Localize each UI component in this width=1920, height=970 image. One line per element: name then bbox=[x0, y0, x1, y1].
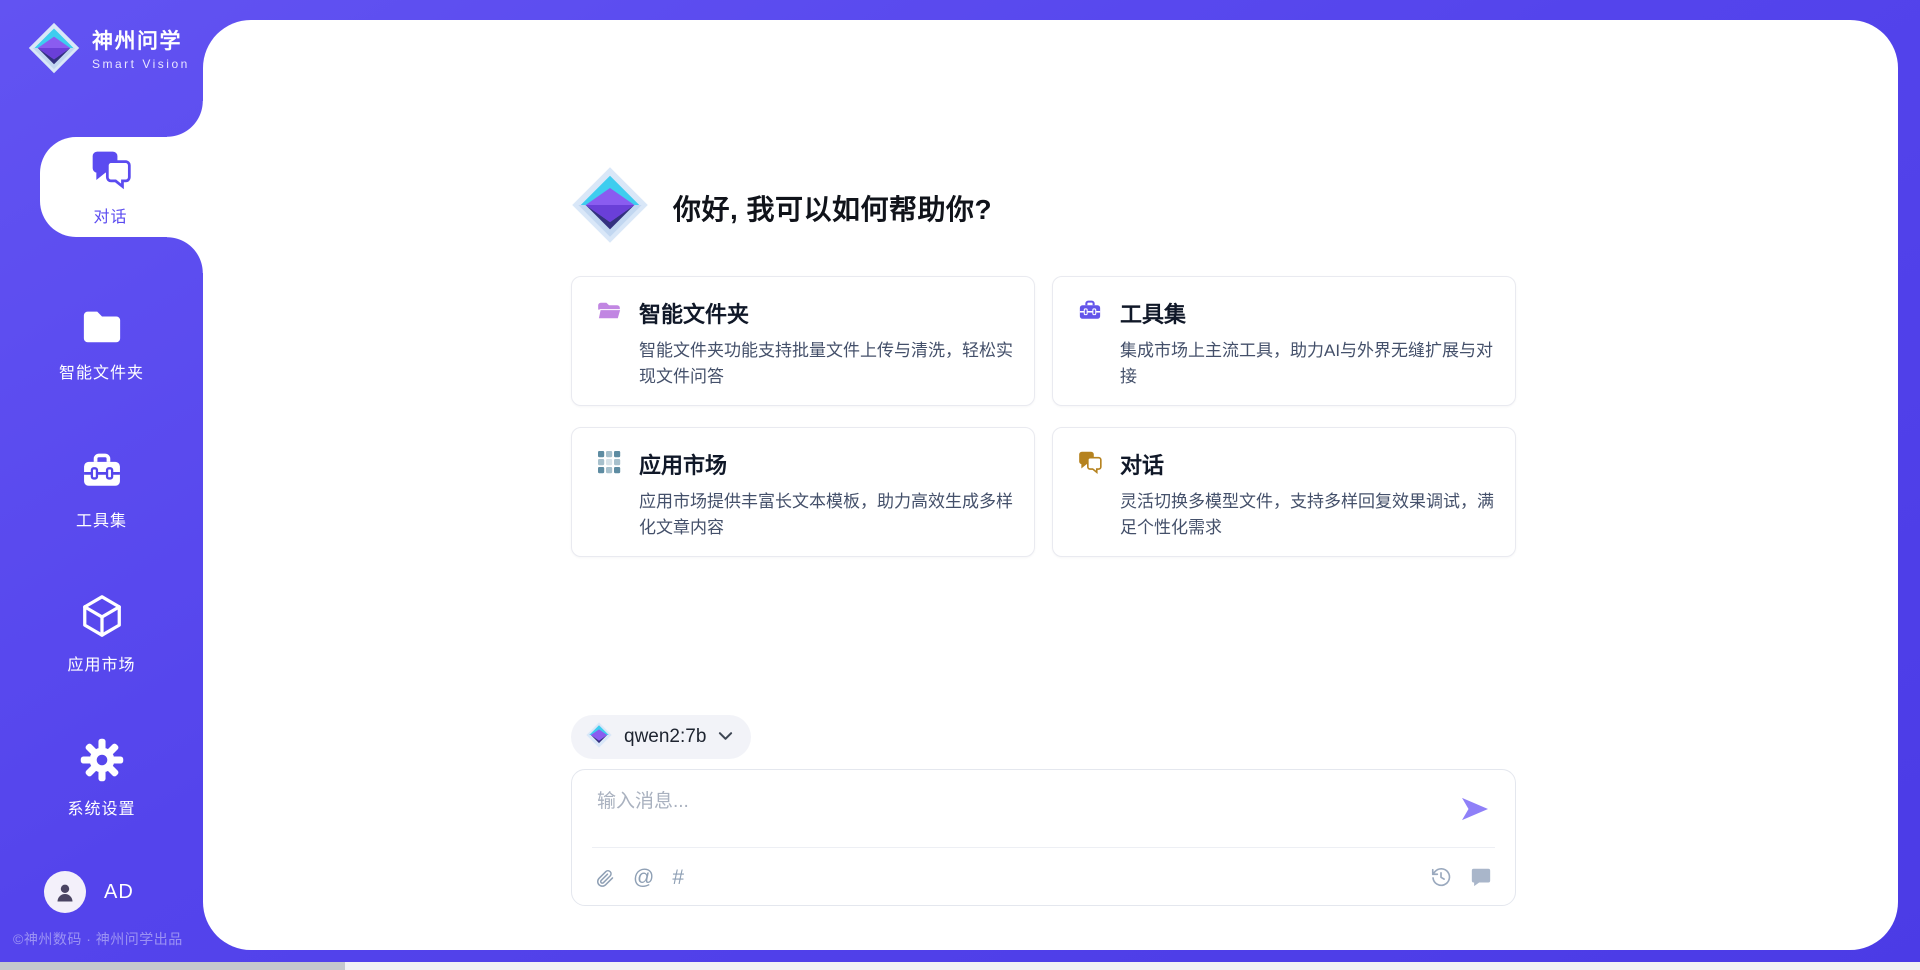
sidebar-item-label: 工具集 bbox=[76, 507, 127, 531]
gear-icon bbox=[79, 737, 125, 788]
card-description: 灵活切换多模型文件，支持多样回复效果调试，满足个性化需求 bbox=[1120, 489, 1508, 542]
card-app-market[interactable]: 应用市场 应用市场提供丰富长文本模板，助力高效生成多样化文章内容 bbox=[571, 427, 1035, 557]
hash-icon[interactable]: # bbox=[672, 867, 684, 888]
folder-open-icon bbox=[596, 299, 622, 327]
model-name: qwen2:7b bbox=[624, 726, 706, 748]
card-toolset[interactable]: 工具集 集成市场上主流工具，助力AI与外界无缝扩展与对接 bbox=[1052, 276, 1516, 406]
sidebar-item-label: 应用市场 bbox=[67, 651, 135, 675]
model-selector[interactable]: qwen2:7b bbox=[571, 715, 751, 759]
scrollbar-thumb[interactable] bbox=[0, 962, 345, 970]
user-account[interactable]: AD bbox=[44, 871, 134, 913]
brand-subtitle: Smart Vision bbox=[92, 57, 190, 71]
brand-name: 神州问学 bbox=[92, 30, 190, 54]
sidebar-item-label: 对话 bbox=[93, 203, 127, 227]
brand-diamond-icon bbox=[571, 166, 649, 249]
composer: @ # bbox=[571, 769, 1516, 906]
chat-icon bbox=[1077, 449, 1103, 480]
comment-icon[interactable] bbox=[1470, 866, 1492, 888]
greeting-title: 你好, 我可以如何帮助你? bbox=[673, 188, 992, 228]
chevron-down-icon bbox=[718, 728, 733, 746]
card-title: 对话 bbox=[1120, 448, 1164, 480]
sidebar-item-toolset[interactable]: 工具集 bbox=[0, 449, 203, 531]
main-panel: 你好, 我可以如何帮助你? 智能文件夹 智能文件夹功能支持批量文件上传与清洗，轻… bbox=[203, 20, 1898, 950]
cube-icon bbox=[79, 593, 125, 644]
folder-icon bbox=[79, 305, 125, 352]
card-title: 智能文件夹 bbox=[639, 297, 749, 329]
chat-icon bbox=[89, 147, 133, 196]
card-description: 智能文件夹功能支持批量文件上传与清洗，轻松实现文件问答 bbox=[639, 338, 1027, 391]
paperclip-icon[interactable] bbox=[595, 867, 615, 888]
horizontal-scrollbar[interactable] bbox=[0, 962, 1920, 970]
greeting-block: 你好, 我可以如何帮助你? bbox=[571, 166, 992, 249]
message-input[interactable] bbox=[595, 784, 1455, 840]
sidebar-item-settings[interactable]: 系统设置 bbox=[0, 737, 203, 819]
send-icon[interactable] bbox=[1459, 796, 1491, 822]
avatar bbox=[44, 871, 86, 913]
sidebar-item-label: 智能文件夹 bbox=[59, 359, 144, 383]
card-title: 应用市场 bbox=[639, 448, 727, 480]
composer-divider bbox=[592, 847, 1495, 848]
card-description: 应用市场提供丰富长文本模板，助力高效生成多样化文章内容 bbox=[639, 489, 1027, 542]
toolbox-icon bbox=[79, 449, 125, 500]
sidebar-item-smart-folder[interactable]: 智能文件夹 bbox=[0, 305, 203, 383]
card-title: 工具集 bbox=[1120, 297, 1186, 329]
grid-icon bbox=[596, 449, 622, 480]
diamond-logo-icon bbox=[28, 22, 80, 79]
user-initials: AD bbox=[104, 881, 134, 904]
history-icon[interactable] bbox=[1430, 866, 1452, 888]
card-description: 集成市场上主流工具，助力AI与外界无缝扩展与对接 bbox=[1120, 338, 1508, 391]
at-sign-icon[interactable]: @ bbox=[633, 867, 654, 888]
card-smart-folder[interactable]: 智能文件夹 智能文件夹功能支持批量文件上传与清洗，轻松实现文件问答 bbox=[571, 276, 1035, 406]
composer-toolbar: @ # bbox=[595, 858, 1492, 896]
sidebar-item-chat-active[interactable]: 对话 bbox=[40, 137, 203, 237]
diamond-logo-icon bbox=[586, 722, 612, 753]
app-logo: 神州问学 Smart Vision bbox=[28, 22, 190, 79]
feature-cards: 智能文件夹 智能文件夹功能支持批量文件上传与清洗，轻松实现文件问答 工具集 集成… bbox=[571, 276, 1516, 557]
copyright-footer: ©神州数码 · 神州问学出品 bbox=[13, 929, 183, 949]
sidebar-item-app-market[interactable]: 应用市场 bbox=[0, 593, 203, 675]
card-chat[interactable]: 对话 灵活切换多模型文件，支持多样回复效果调试，满足个性化需求 bbox=[1052, 427, 1516, 557]
toolbox-icon bbox=[1077, 298, 1103, 329]
sidebar-item-label: 系统设置 bbox=[67, 795, 135, 819]
